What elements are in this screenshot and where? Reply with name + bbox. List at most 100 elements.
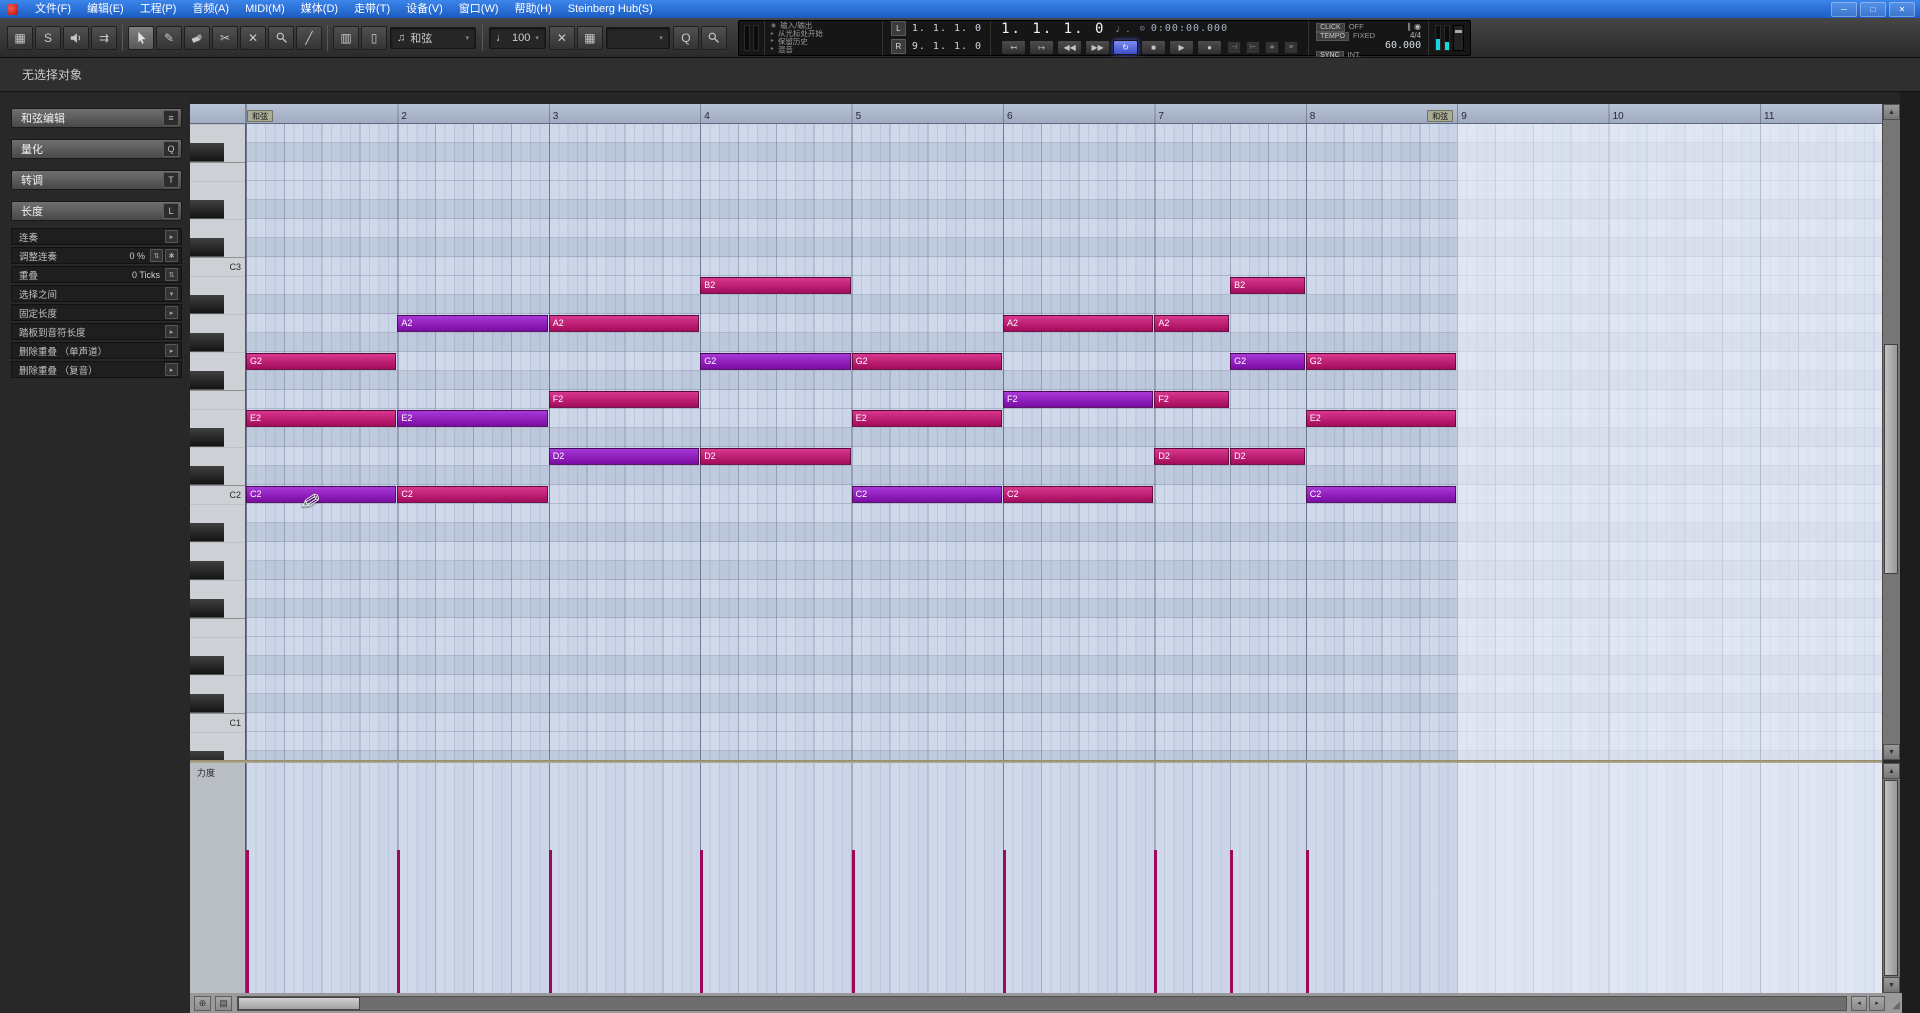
active-part-selector[interactable]: ♫ 和弦 ▾ (390, 26, 476, 49)
velocity-bar[interactable] (700, 850, 704, 993)
midi-note[interactable]: B2 (700, 277, 851, 294)
midi-note[interactable]: A2 (548, 315, 700, 332)
event-list-button[interactable]: ▤ (215, 995, 232, 1011)
midi-note[interactable]: D2 (1230, 448, 1305, 465)
draw-tool[interactable]: ✎ (156, 25, 182, 50)
midi-note[interactable]: D2 (700, 448, 851, 465)
goto-end-button[interactable]: ↦ (1029, 39, 1055, 55)
apply-icon[interactable]: ▸ (165, 306, 178, 319)
step-input-button[interactable]: ✕ (548, 25, 575, 50)
midi-note[interactable]: A2 (397, 315, 548, 332)
show-part-borders-button[interactable]: ▯ (361, 25, 387, 50)
velocity-bar[interactable] (1305, 850, 1309, 993)
velocity-bar[interactable] (548, 850, 552, 993)
row-delete-overlaps-mono[interactable]: 删除重叠 （单声道） ▸ (11, 342, 182, 359)
precount-button[interactable]: ∗ (1265, 40, 1280, 54)
midi-note[interactable]: C2 (851, 486, 1002, 503)
record-button[interactable]: ● (1197, 39, 1223, 55)
velocity-bar[interactable] (1003, 850, 1006, 993)
erase-tool[interactable] (184, 25, 210, 50)
apply-icon[interactable]: ▸ (165, 230, 178, 243)
piano-key-C#2[interactable] (190, 466, 245, 485)
midi-note[interactable]: F2 (1154, 391, 1230, 408)
piano-key-F1[interactable] (190, 618, 245, 637)
section-transpose-icon[interactable]: T (163, 172, 179, 188)
midi-note[interactable]: D2 (548, 448, 700, 465)
menu-item-6[interactable]: 走带(T) (346, 0, 398, 18)
midi-note[interactable]: E2 (397, 410, 548, 427)
piano-key-C#3[interactable] (190, 238, 245, 257)
midi-note[interactable]: G2 (1230, 353, 1305, 370)
velocity-bar[interactable] (851, 850, 855, 993)
section-chord-editing-icon[interactable]: ≡ (163, 110, 179, 126)
midi-note[interactable]: A2 (1154, 315, 1230, 332)
row-adjust-legato[interactable]: 调整连奏 0 % ⇅ ✱ (11, 247, 182, 264)
menu-item-2[interactable]: 工程(P) (132, 0, 185, 18)
midi-note[interactable]: E2 (246, 410, 397, 427)
apply-icon[interactable]: ▸ (165, 325, 178, 338)
velocity-scroll-down-icon[interactable]: ▼ (1883, 977, 1900, 993)
piano-key-A#1[interactable] (190, 523, 245, 542)
piano-key-D#2[interactable] (190, 428, 245, 447)
piano-key-E3[interactable] (190, 181, 245, 200)
piano-key-C2[interactable]: C2 (190, 485, 245, 504)
piano-key-A1[interactable] (190, 542, 245, 561)
piano-key-D#1[interactable] (190, 656, 245, 675)
velocity-bar[interactable] (397, 850, 401, 993)
midi-note[interactable]: D2 (1154, 448, 1230, 465)
nudge-left-button[interactable]: ⊣ (1227, 40, 1242, 54)
piano-key-D2[interactable] (190, 447, 245, 466)
menu-item-8[interactable]: 窗口(W) (451, 0, 507, 18)
autoscroll-button[interactable]: ⇉ (91, 25, 117, 50)
scroll-left-icon[interactable]: ◂ (1851, 995, 1867, 1011)
locator-left[interactable]: L 1. 1. 1. 0 (890, 21, 982, 36)
piano-key-C1[interactable]: C1 (190, 713, 245, 732)
midi-note[interactable]: C2 (1003, 486, 1154, 503)
scrollbar-thumb[interactable] (1884, 344, 1898, 574)
acoustic-feedback-button[interactable] (63, 25, 89, 50)
midi-note[interactable]: E2 (851, 410, 1002, 427)
stop-button[interactable]: ■ (1141, 39, 1167, 55)
piano-key-E2[interactable] (190, 409, 245, 428)
note-display-grid[interactable]: C2 E2 G2 C2 E2 A2 D2 F2 A2 D2 G2 B2 C2 E2 G2 C2 F2 A2 D2 F2… (246, 124, 1882, 760)
menu-item-7[interactable]: 设备(V) (398, 0, 451, 18)
mute-tool[interactable]: ✕ (240, 25, 266, 50)
menu-item-3[interactable]: 音频(A) (184, 0, 237, 18)
menu-item-4[interactable]: MIDI(M) (237, 0, 293, 18)
scroll-down-icon[interactable]: ▼ (1883, 744, 1900, 760)
piano-key-G1[interactable] (190, 580, 245, 599)
piano-key-F2[interactable] (190, 390, 245, 409)
piano-key-B1[interactable] (190, 504, 245, 523)
midi-note[interactable]: C2 (1305, 486, 1457, 503)
insert-velocity-selector[interactable]: ♩ 100 ▾ (489, 26, 546, 49)
locator-right[interactable]: R 9. 1. 1. 0 (890, 39, 982, 54)
midi-note[interactable]: A2 (1003, 315, 1154, 332)
timeline-ruler[interactable]: 2 3 4 5 6 7 8 9 10 11 和弦 和弦 (246, 104, 1882, 124)
menu-item-9[interactable]: 帮助(H) (507, 0, 560, 18)
midi-note[interactable]: G2 (1305, 353, 1457, 370)
zoom-tool[interactable] (268, 25, 294, 50)
piano-key-D1[interactable] (190, 675, 245, 694)
midi-note[interactable]: C2 (246, 486, 397, 503)
section-quantize-icon[interactable]: Q (163, 141, 179, 157)
piano-key-B2[interactable] (190, 276, 245, 295)
row-between-selected[interactable]: 选择之间 ▾ (11, 285, 182, 302)
piano-key-F3[interactable] (190, 162, 245, 181)
piano-key-F#1[interactable] (190, 599, 245, 618)
piano-key-D#3[interactable] (190, 200, 245, 219)
section-chord-editing[interactable]: 和弦编辑 ≡ (11, 108, 182, 128)
scroll-right-icon[interactable]: ▸ (1869, 995, 1885, 1011)
resize-grip-icon[interactable]: ◢ (1886, 996, 1900, 1011)
piano-key-A#0[interactable] (190, 751, 245, 760)
row-legato[interactable]: 连奏 ▸ (11, 228, 182, 245)
piano-key-C3[interactable]: C3 (190, 257, 245, 276)
rewind-button[interactable]: ◀◀ (1057, 39, 1083, 55)
piano-key-D3[interactable] (190, 219, 245, 238)
midi-note[interactable]: F2 (1003, 391, 1154, 408)
maximize-button[interactable]: □ (1860, 1, 1886, 17)
window-layout-button[interactable]: ▦ (7, 25, 33, 50)
velocity-lane[interactable] (246, 763, 1882, 993)
independent-loop-button[interactable]: ⊕ (194, 995, 211, 1011)
line-tool[interactable]: ╱ (296, 25, 322, 50)
section-length-icon[interactable]: L (163, 203, 179, 219)
